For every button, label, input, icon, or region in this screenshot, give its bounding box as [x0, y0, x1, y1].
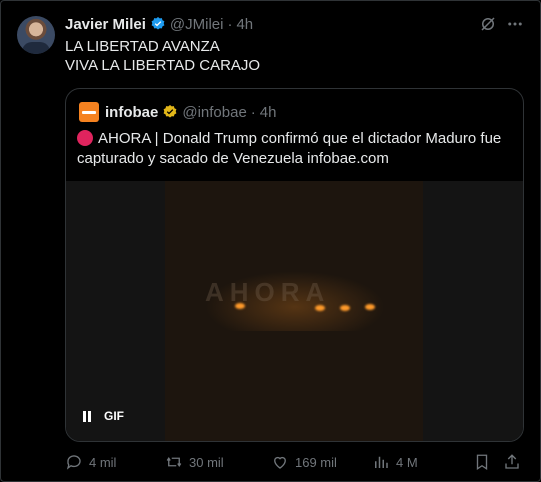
quoted-time[interactable]: 4h — [260, 104, 277, 121]
gif-label: GIF — [104, 409, 124, 423]
tweet-line: VIVA LA LIBERTAD CARAJO — [65, 57, 261, 74]
share-icon — [505, 454, 519, 469]
views-button[interactable]: 4 M — [372, 452, 418, 472]
reply-button[interactable]: 4 mil — [65, 452, 116, 472]
bookmark-icon — [476, 454, 488, 471]
action-bar: 4 mil 30 mil 169 mil 4 M — [65, 452, 525, 472]
gif-frame: AHORA — [165, 181, 423, 441]
tweet-time[interactable]: 4h — [236, 16, 253, 33]
author-handle[interactable]: @JMilei — [170, 16, 224, 33]
pause-icon[interactable] — [82, 410, 92, 422]
views-icon — [375, 456, 388, 468]
repost-button[interactable]: 30 mil — [165, 452, 224, 472]
tweet-text: LA LIBERTAD AVANZA VIVA LA LIBERTAD CARA… — [65, 37, 260, 75]
flame-spot — [365, 304, 375, 310]
tweet-header: Javier Milei @JMilei · 4h — [65, 14, 253, 34]
avatar[interactable] — [17, 16, 55, 54]
author-name[interactable]: Javier Milei — [65, 16, 146, 33]
like-button[interactable]: 169 mil — [271, 452, 337, 472]
media-overlay-text: AHORA — [205, 277, 331, 307]
tweet-line: LA LIBERTAD AVANZA — [65, 38, 220, 55]
flame-spot — [235, 303, 245, 309]
bookmark-button[interactable] — [473, 452, 497, 472]
red-circle-icon — [77, 130, 93, 146]
quoted-tweet[interactable]: infobae @infobae · 4h AHORA | Donald Tru… — [65, 88, 524, 442]
repost-count: 30 mil — [189, 454, 224, 470]
quoted-text-block: AHORA | Donald Trump confirmó que el dic… — [77, 129, 515, 169]
views-count: 4 M — [396, 454, 418, 470]
like-icon — [274, 456, 286, 469]
more-icon[interactable] — [505, 15, 525, 33]
gif-controls: GIF — [82, 409, 124, 423]
quoted-text: AHORA | Donald Trump confirmó que el dic… — [77, 130, 502, 167]
separator-dot: · — [227, 15, 233, 33]
quoted-author-handle[interactable]: @infobae — [182, 104, 246, 121]
quoted-author-name[interactable]: infobae — [105, 104, 158, 121]
verified-badge-icon — [163, 105, 177, 118]
verified-badge-icon — [151, 17, 165, 30]
repost-icon — [166, 457, 182, 467]
infobae-logo — [79, 102, 99, 122]
like-count: 169 mil — [295, 454, 337, 470]
flame-spot — [315, 305, 325, 311]
separator-dot: · — [250, 103, 256, 121]
quoted-header: infobae @infobae · 4h — [79, 102, 276, 122]
grok-icon[interactable] — [479, 15, 497, 33]
flame-spot — [340, 305, 350, 311]
share-button[interactable] — [503, 452, 527, 472]
reply-icon — [66, 455, 81, 470]
reply-count: 4 mil — [89, 454, 117, 470]
gif-media[interactable]: AHORA GIF — [66, 181, 523, 441]
